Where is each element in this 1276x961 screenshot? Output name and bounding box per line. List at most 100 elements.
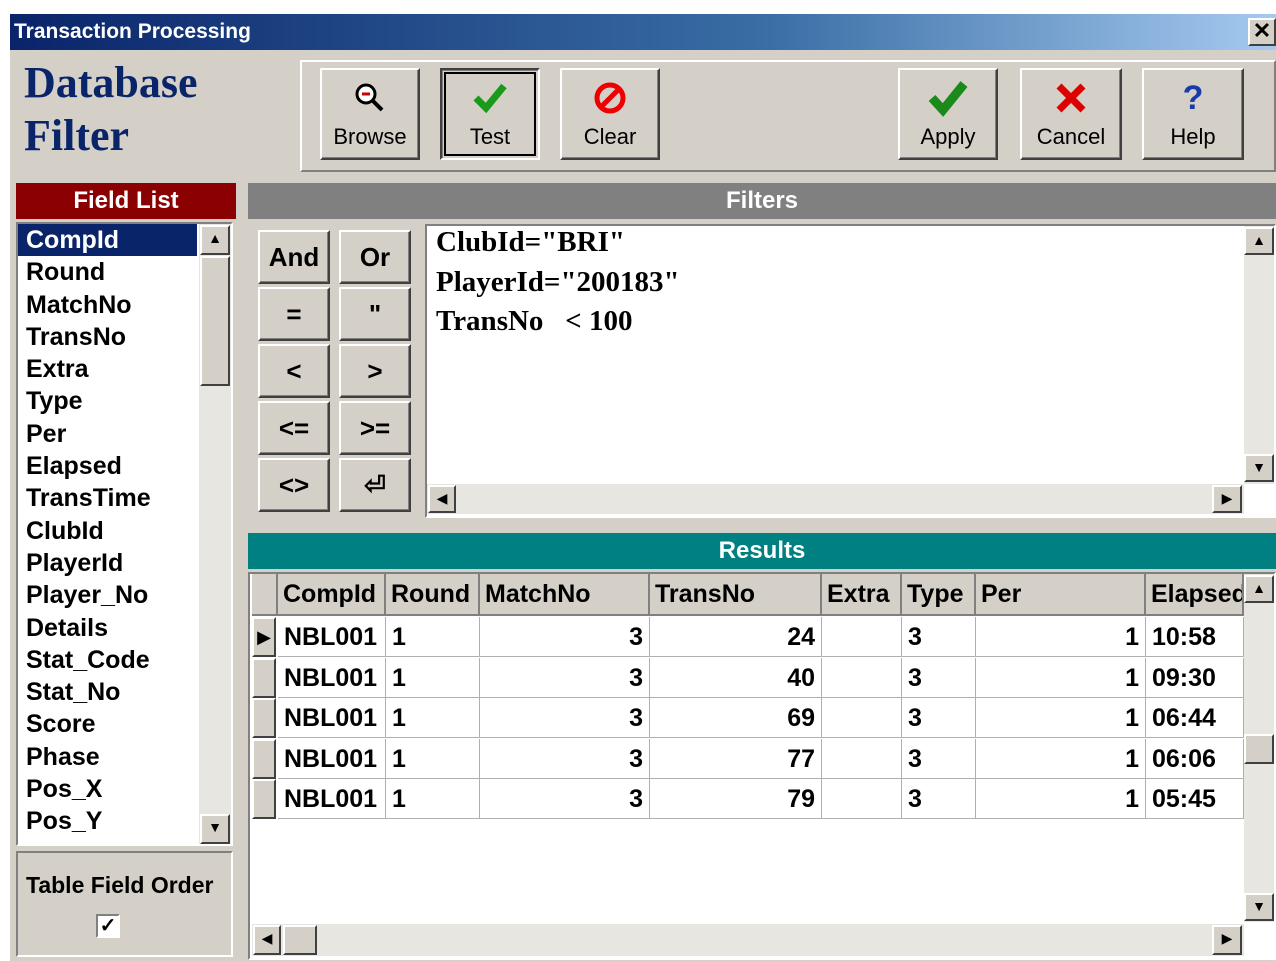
close-button[interactable]: ✕ [1248, 18, 1276, 46]
newline-button[interactable]: ⏎ [339, 458, 411, 512]
table-cell[interactable] [822, 617, 902, 657]
table-cell[interactable]: 3 [480, 698, 650, 738]
equals-button[interactable]: = [258, 287, 330, 341]
cancel-label: Cancel [1036, 124, 1106, 149]
scroll-left-button[interactable]: ◀ [428, 485, 456, 513]
table-cell[interactable]: NBL001 [278, 617, 386, 657]
apply-button[interactable]: Apply [898, 68, 998, 160]
table-cell[interactable]: 69 [650, 698, 822, 738]
and-button[interactable]: And [258, 230, 330, 284]
table-cell[interactable]: 1 [386, 698, 480, 738]
table-cell[interactable]: 77 [650, 738, 822, 779]
greater-equal-button[interactable]: >= [339, 401, 411, 455]
greater-than-button[interactable]: > [339, 344, 411, 398]
cross-icon [1022, 78, 1120, 118]
table-field-order-group [16, 851, 233, 957]
scroll-thumb[interactable] [283, 925, 317, 955]
test-button[interactable]: Test [440, 68, 540, 160]
table-cell[interactable]: 1 [976, 698, 1146, 738]
column-header[interactable]: CompId [278, 574, 386, 616]
table-cell[interactable]: NBL001 [278, 657, 386, 698]
table-cell[interactable]: 1 [976, 779, 1146, 819]
scroll-up-button[interactable]: ▲ [1244, 227, 1274, 255]
table-cell[interactable]: 1 [976, 657, 1146, 698]
scroll-down-button[interactable]: ▼ [1244, 893, 1274, 921]
scroll-up-button[interactable]: ▲ [200, 225, 230, 255]
table-cell[interactable]: 1 [386, 657, 480, 698]
scroll-down-button[interactable]: ▼ [200, 814, 230, 844]
row-indicator[interactable] [252, 738, 276, 779]
table-cell[interactable]: 3 [902, 657, 976, 698]
cancel-button[interactable]: Cancel [1020, 68, 1122, 160]
row-indicator[interactable]: ▶ [252, 617, 276, 657]
table-cell[interactable]: 3 [480, 617, 650, 657]
scroll-thumb[interactable] [200, 256, 230, 386]
column-header[interactable]: Type [902, 574, 976, 616]
table-cell[interactable]: NBL001 [278, 698, 386, 738]
table-cell[interactable]: 3 [902, 617, 976, 657]
filter-line: ClubId="BRI" [436, 226, 625, 258]
scroll-right-button[interactable]: ▶ [1212, 485, 1242, 513]
table-cell[interactable]: 1 [976, 617, 1146, 657]
table-cell[interactable] [822, 657, 902, 698]
question-mark-icon: ? [1182, 79, 1204, 117]
clear-button[interactable]: Clear [560, 68, 660, 160]
table-cell[interactable]: 05:45 [1146, 779, 1244, 819]
column-header[interactable]: Round [386, 574, 480, 616]
not-equal-button[interactable]: <> [258, 458, 330, 512]
scroll-right-button[interactable]: ▶ [1212, 925, 1242, 955]
row-indicator[interactable] [252, 698, 276, 738]
filter-hscrollbar[interactable] [427, 484, 1244, 514]
table-field-order-checkbox[interactable]: ✓ [96, 914, 120, 938]
brand-line-2: Filter [24, 111, 130, 160]
help-button[interactable]: ? Help [1142, 68, 1244, 160]
scroll-thumb[interactable] [1244, 734, 1274, 764]
table-cell[interactable]: 3 [902, 779, 976, 819]
scroll-up-button[interactable]: ▲ [1244, 575, 1274, 603]
table-cell[interactable] [822, 698, 902, 738]
table-cell[interactable]: 79 [650, 779, 822, 819]
table-cell[interactable] [822, 738, 902, 779]
table-cell[interactable] [822, 779, 902, 819]
table-cell[interactable]: 3 [902, 738, 976, 779]
results-hscrollbar[interactable] [252, 924, 1244, 956]
table-cell[interactable]: 1 [386, 738, 480, 779]
table-cell[interactable]: NBL001 [278, 779, 386, 819]
filter-vscrollbar[interactable] [1244, 226, 1274, 484]
table-cell[interactable]: 06:44 [1146, 698, 1244, 738]
less-than-button[interactable]: < [258, 344, 330, 398]
table-cell[interactable]: 3 [480, 738, 650, 779]
or-button[interactable]: Or [339, 230, 411, 284]
filters-header: Filters [248, 183, 1276, 219]
table-cell[interactable]: NBL001 [278, 738, 386, 779]
table-cell[interactable]: 3 [480, 657, 650, 698]
table-cell[interactable]: 24 [650, 617, 822, 657]
column-header[interactable]: MatchNo [480, 574, 650, 616]
row-indicator[interactable] [252, 779, 276, 819]
browse-button[interactable]: Browse [320, 68, 420, 160]
help-label: Help [1170, 124, 1216, 149]
table-cell[interactable]: 3 [902, 698, 976, 738]
browse-label: Browse [333, 124, 407, 149]
less-equal-button[interactable]: <= [258, 401, 330, 455]
field-list-header: Field List [16, 183, 236, 219]
row-indicator[interactable] [252, 657, 276, 698]
table-cell[interactable]: 06:06 [1146, 738, 1244, 779]
scroll-down-button[interactable]: ▼ [1244, 454, 1274, 482]
table-cell[interactable]: 1 [386, 617, 480, 657]
field-list-item[interactable]: CompId [18, 224, 197, 257]
table-cell[interactable]: 09:30 [1146, 657, 1244, 698]
column-header[interactable]: Extra [822, 574, 902, 616]
scroll-left-button[interactable]: ◀ [253, 925, 281, 955]
table-cell[interactable]: 40 [650, 657, 822, 698]
column-header[interactable]: Per [976, 574, 1146, 616]
filter-line: TransNo < 100 [436, 305, 633, 337]
table-cell[interactable]: 1 [386, 779, 480, 819]
table-cell[interactable]: 1 [976, 738, 1146, 779]
column-header[interactable]: Elapsed [1146, 574, 1244, 616]
no-sign-icon [562, 78, 658, 118]
table-cell[interactable]: 3 [480, 779, 650, 819]
column-header[interactable]: TransNo [650, 574, 822, 616]
table-cell[interactable]: 10:58 [1146, 617, 1244, 657]
quote-button[interactable]: " [339, 287, 411, 341]
